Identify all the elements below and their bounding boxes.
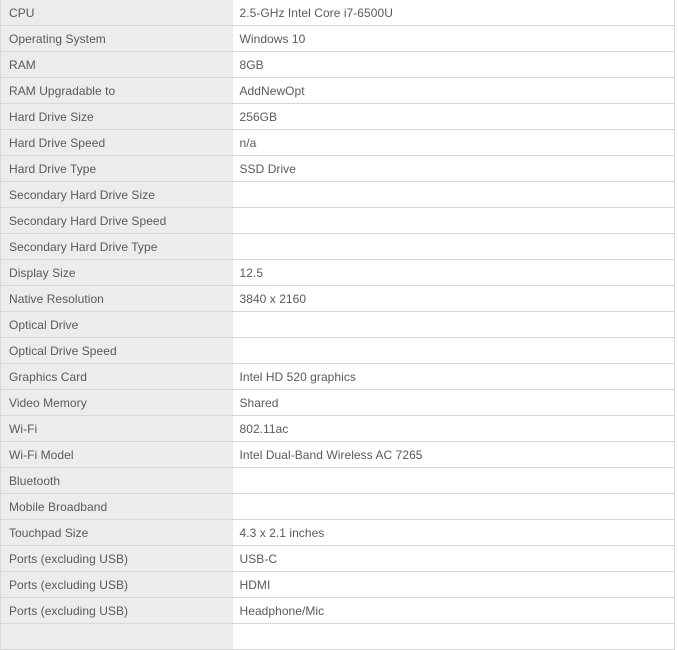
table-row: Secondary Hard Drive Type (0, 233, 675, 260)
table-row: Hard Drive Size 256GB (0, 103, 675, 130)
spec-value-cell (232, 311, 675, 338)
spec-value-cell: 8GB (232, 51, 675, 78)
spec-label-cell: Hard Drive Size (0, 103, 233, 130)
spec-label-cell: Ports (excluding USB) (0, 571, 233, 598)
table-row: Ports (excluding USB) HDMI (0, 571, 675, 598)
spec-label-cell: CPU (0, 0, 233, 26)
table-row: Secondary Hard Drive Size (0, 181, 675, 208)
table-row: Wi-Fi 802.11ac (0, 415, 675, 442)
table-row: Hard Drive Type SSD Drive (0, 155, 675, 182)
table-row: RAM 8GB (0, 51, 675, 78)
spec-label-cell: Native Resolution (0, 285, 233, 312)
spec-label-cell: Hard Drive Type (0, 155, 233, 182)
spec-label-cell: Optical Drive (0, 311, 233, 338)
spec-label-cell: Secondary Hard Drive Speed (0, 207, 233, 234)
spec-label-cell: RAM Upgradable to (0, 77, 233, 104)
table-row: Bluetooth (0, 467, 675, 494)
spec-value-cell (232, 207, 675, 234)
spec-value-cell (232, 467, 675, 494)
spec-label-cell: Bluetooth (0, 467, 233, 494)
spec-value-cell: AddNewOpt (232, 77, 675, 104)
spec-value-cell: Windows 10 (232, 25, 675, 52)
spec-value-cell: 802.11ac (232, 415, 675, 442)
spec-value-cell (232, 337, 675, 364)
table-row: Graphics Card Intel HD 520 graphics (0, 363, 675, 390)
spec-value-cell: Intel Dual-Band Wireless AC 7265 (232, 441, 675, 468)
table-row: Mobile Broadband (0, 493, 675, 520)
spec-label-cell: Video Memory (0, 389, 233, 416)
spec-value-cell: Shared (232, 389, 675, 416)
table-row: Hard Drive Speed n/a (0, 129, 675, 156)
spec-label-cell: Touchpad Size (0, 519, 233, 546)
spec-label-cell: Ports (excluding USB) (0, 597, 233, 624)
spec-value-cell: SSD Drive (232, 155, 675, 182)
spec-value-cell: 256GB (232, 103, 675, 130)
table-row: Display Size 12.5 (0, 259, 675, 286)
spec-label-cell (0, 623, 233, 650)
spec-label-cell: Display Size (0, 259, 233, 286)
table-row: CPU 2.5-GHz Intel Core i7-6500U (0, 0, 675, 26)
spec-label-cell: Optical Drive Speed (0, 337, 233, 364)
table-row (0, 623, 675, 650)
spec-value-cell (232, 493, 675, 520)
table-row: Wi-Fi Model Intel Dual-Band Wireless AC 7… (0, 441, 675, 468)
table-row: Operating System Windows 10 (0, 25, 675, 52)
spec-value-cell: Headphone/Mic (232, 597, 675, 624)
spec-value-cell: n/a (232, 129, 675, 156)
spec-value-cell: USB-C (232, 545, 675, 572)
spec-value-cell (232, 181, 675, 208)
specifications-table: CPU 2.5-GHz Intel Core i7-6500U Operating … (0, 0, 675, 650)
table-row: Ports (excluding USB) Headphone/Mic (0, 597, 675, 624)
spec-value-cell: 3840 x 2160 (232, 285, 675, 312)
spec-value-cell: Intel HD 520 graphics (232, 363, 675, 390)
table-row: RAM Upgradable to AddNewOpt (0, 77, 675, 104)
table-row: Optical Drive (0, 311, 675, 338)
spec-label-cell: Graphics Card (0, 363, 233, 390)
spec-value-cell: 4.3 x 2.1 inches (232, 519, 675, 546)
table-row: Touchpad Size 4.3 x 2.1 inches (0, 519, 675, 546)
table-row: Native Resolution 3840 x 2160 (0, 285, 675, 312)
spec-label-cell: RAM (0, 51, 233, 78)
spec-label-cell: Wi-Fi Model (0, 441, 233, 468)
spec-label-cell: Wi-Fi (0, 415, 233, 442)
specifications-table-body: CPU 2.5-GHz Intel Core i7-6500U Operating … (0, 0, 675, 650)
spec-value-cell: 2.5-GHz Intel Core i7-6500U (232, 0, 675, 26)
table-row: Optical Drive Speed (0, 337, 675, 364)
spec-value-cell (232, 233, 675, 260)
table-row: Secondary Hard Drive Speed (0, 207, 675, 234)
spec-label-cell: Secondary Hard Drive Type (0, 233, 233, 260)
spec-value-cell: 12.5 (232, 259, 675, 286)
table-row: Ports (excluding USB) USB-C (0, 545, 675, 572)
spec-label-cell: Secondary Hard Drive Size (0, 181, 233, 208)
spec-label-cell: Hard Drive Speed (0, 129, 233, 156)
spec-label-cell: Mobile Broadband (0, 493, 233, 520)
spec-label-cell: Operating System (0, 25, 233, 52)
spec-label-cell: Ports (excluding USB) (0, 545, 233, 572)
table-row: Video Memory Shared (0, 389, 675, 416)
spec-value-cell (232, 623, 675, 650)
spec-value-cell: HDMI (232, 571, 675, 598)
